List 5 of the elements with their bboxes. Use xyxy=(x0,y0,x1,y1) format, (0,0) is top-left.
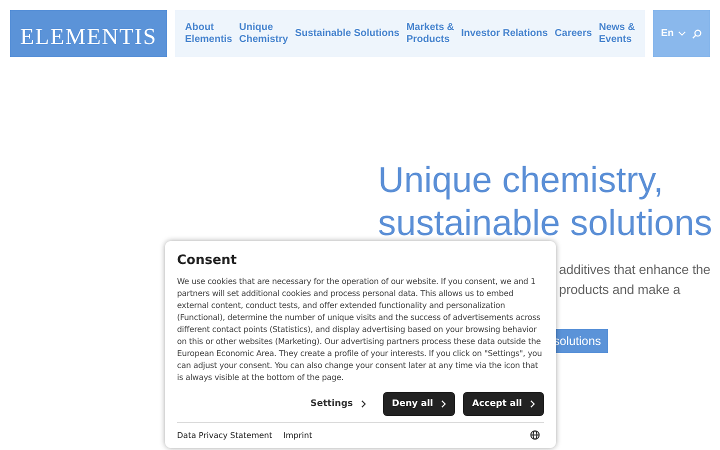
hero-text: additives that enhance the xyxy=(559,261,712,279)
consent-text: We use cookies that are necessary for the operation of our website. If you consent, we and 1 partners will set additional cookies and process personal data. This allows us to embed external content, conduct tests, and offer extended functionality and personalization (Functional), determine the number of unique visits and the success of advertisements across different contact points (Statistics), and display advertising based on your browsing behavior on this or other websites (Marketing). Our advertising partners process these data outside the European Economic Area. They create a profile of your interests. If you click on "Settings", you can adjust your consent. You can also change your consent later at any time via the icon that is always visible at the bottom of the page. xyxy=(177,276,543,384)
dialog-title: Consent xyxy=(177,253,238,268)
hero-text: products and make a xyxy=(559,281,682,299)
hero-title: Unique chemistry, sustainable solutions xyxy=(378,158,714,244)
